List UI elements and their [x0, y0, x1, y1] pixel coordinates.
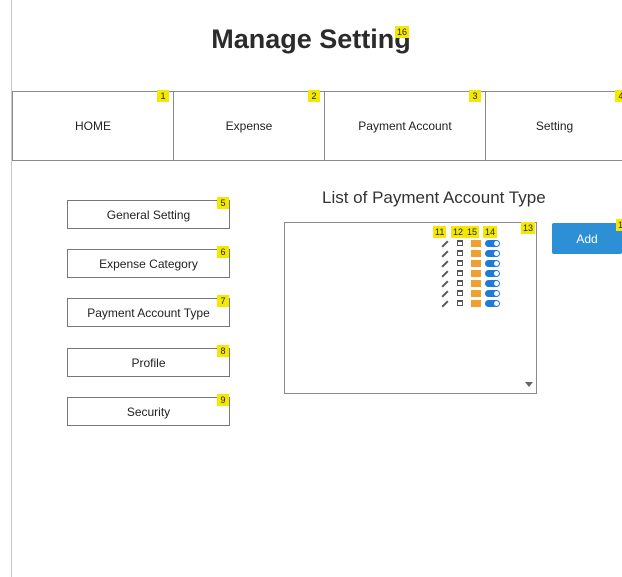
title-badge: 16	[395, 26, 410, 38]
nav-home-label: HOME	[75, 119, 111, 133]
sidebar-general-setting-label: General Setting	[106, 207, 191, 222]
image-icon[interactable]	[471, 250, 481, 257]
toggle-switch[interactable]	[485, 300, 500, 307]
image-icon[interactable]	[471, 280, 481, 287]
add-button[interactable]: Add	[552, 223, 622, 254]
sidebar-general-setting-badge: 5	[217, 197, 229, 209]
sidebar-expense-category-badge: 6	[217, 246, 229, 258]
delete-icon[interactable]	[457, 240, 463, 246]
toggle-switch[interactable]	[485, 250, 500, 257]
nav-payment-account-label: Payment Account	[358, 119, 452, 133]
image-icon[interactable]	[471, 260, 481, 267]
edit-icon[interactable]	[441, 270, 449, 278]
image-icon[interactable]	[471, 240, 481, 247]
list-item	[435, 240, 505, 248]
nav-home[interactable]: HOME 1	[13, 90, 174, 160]
edit-icon[interactable]	[441, 280, 449, 288]
sidebar-general-setting[interactable]: General Setting 5	[67, 197, 230, 229]
delete-icon[interactable]	[457, 250, 463, 256]
edit-icon[interactable]	[441, 250, 449, 258]
sidebar-profile-label: Profile	[131, 355, 166, 370]
add-button-label: Add	[576, 231, 598, 246]
delete-icon[interactable]	[457, 280, 463, 286]
top-nav: HOME 1 Expense 2 Payment Account 3 Setti…	[12, 90, 622, 161]
toggle-switch[interactable]	[485, 270, 500, 277]
edit-icon[interactable]	[441, 290, 449, 298]
toggle-switch[interactable]	[485, 290, 500, 297]
nav-home-badge: 1	[157, 90, 169, 102]
sidebar-profile[interactable]: Profile 8	[67, 345, 230, 377]
payment-account-type-list[interactable]: 11 12 15 14 13	[284, 222, 537, 394]
delete-icon[interactable]	[457, 270, 463, 276]
toggle-switch[interactable]	[485, 240, 500, 247]
list-item	[435, 260, 505, 268]
list-title: List of Payment Account Type	[322, 188, 546, 207]
image-column-badge: 15	[465, 226, 480, 238]
scroll-down-icon[interactable]	[525, 382, 533, 387]
sidebar-payment-account-type-label: Payment Account Type	[87, 305, 210, 320]
page-title: Manage Setting	[211, 24, 411, 54]
image-icon[interactable]	[471, 300, 481, 307]
sidebar-security-label: Security	[126, 404, 171, 419]
sidebar-expense-category-label: Expense Category	[99, 256, 198, 271]
nav-setting-badge: 4	[615, 90, 622, 102]
edit-icon[interactable]	[441, 300, 449, 308]
delete-icon[interactable]	[457, 290, 463, 296]
list-item	[435, 280, 505, 288]
edit-icon[interactable]	[441, 240, 449, 248]
delete-icon[interactable]	[457, 300, 463, 306]
nav-expense-label: Expense	[225, 119, 273, 133]
nav-expense[interactable]: Expense 2	[174, 90, 325, 160]
list-badge: 13	[521, 222, 536, 234]
list-item	[435, 270, 505, 278]
image-icon[interactable]	[471, 290, 481, 297]
list-item	[435, 290, 505, 298]
sidebar-payment-account-type-badge: 7	[217, 295, 229, 307]
nav-setting-label: Setting	[535, 119, 574, 133]
add-button-badge: 10	[616, 219, 622, 231]
nav-payment-account[interactable]: Payment Account 3	[325, 90, 486, 160]
sidebar-payment-account-type[interactable]: Payment Account Type 7	[67, 295, 230, 327]
delete-icon[interactable]	[457, 260, 463, 266]
toggle-column-badge: 14	[483, 226, 498, 238]
sidebar-security-badge: 9	[217, 394, 229, 406]
edit-icon[interactable]	[441, 260, 449, 268]
sidebar-security[interactable]: Security 9	[67, 394, 230, 426]
nav-expense-badge: 2	[308, 90, 320, 102]
edit-column-badge: 11	[433, 226, 447, 238]
nav-setting[interactable]: Setting 4	[486, 90, 622, 160]
nav-payment-account-badge: 3	[469, 90, 481, 102]
delete-column-badge: 12	[451, 226, 466, 238]
sidebar-expense-category[interactable]: Expense Category 6	[67, 246, 230, 278]
list-item	[435, 250, 505, 258]
list-item	[435, 300, 505, 308]
sidebar-profile-badge: 8	[217, 345, 229, 357]
toggle-switch[interactable]	[485, 280, 500, 287]
toggle-switch[interactable]	[485, 260, 500, 267]
image-icon[interactable]	[471, 270, 481, 277]
